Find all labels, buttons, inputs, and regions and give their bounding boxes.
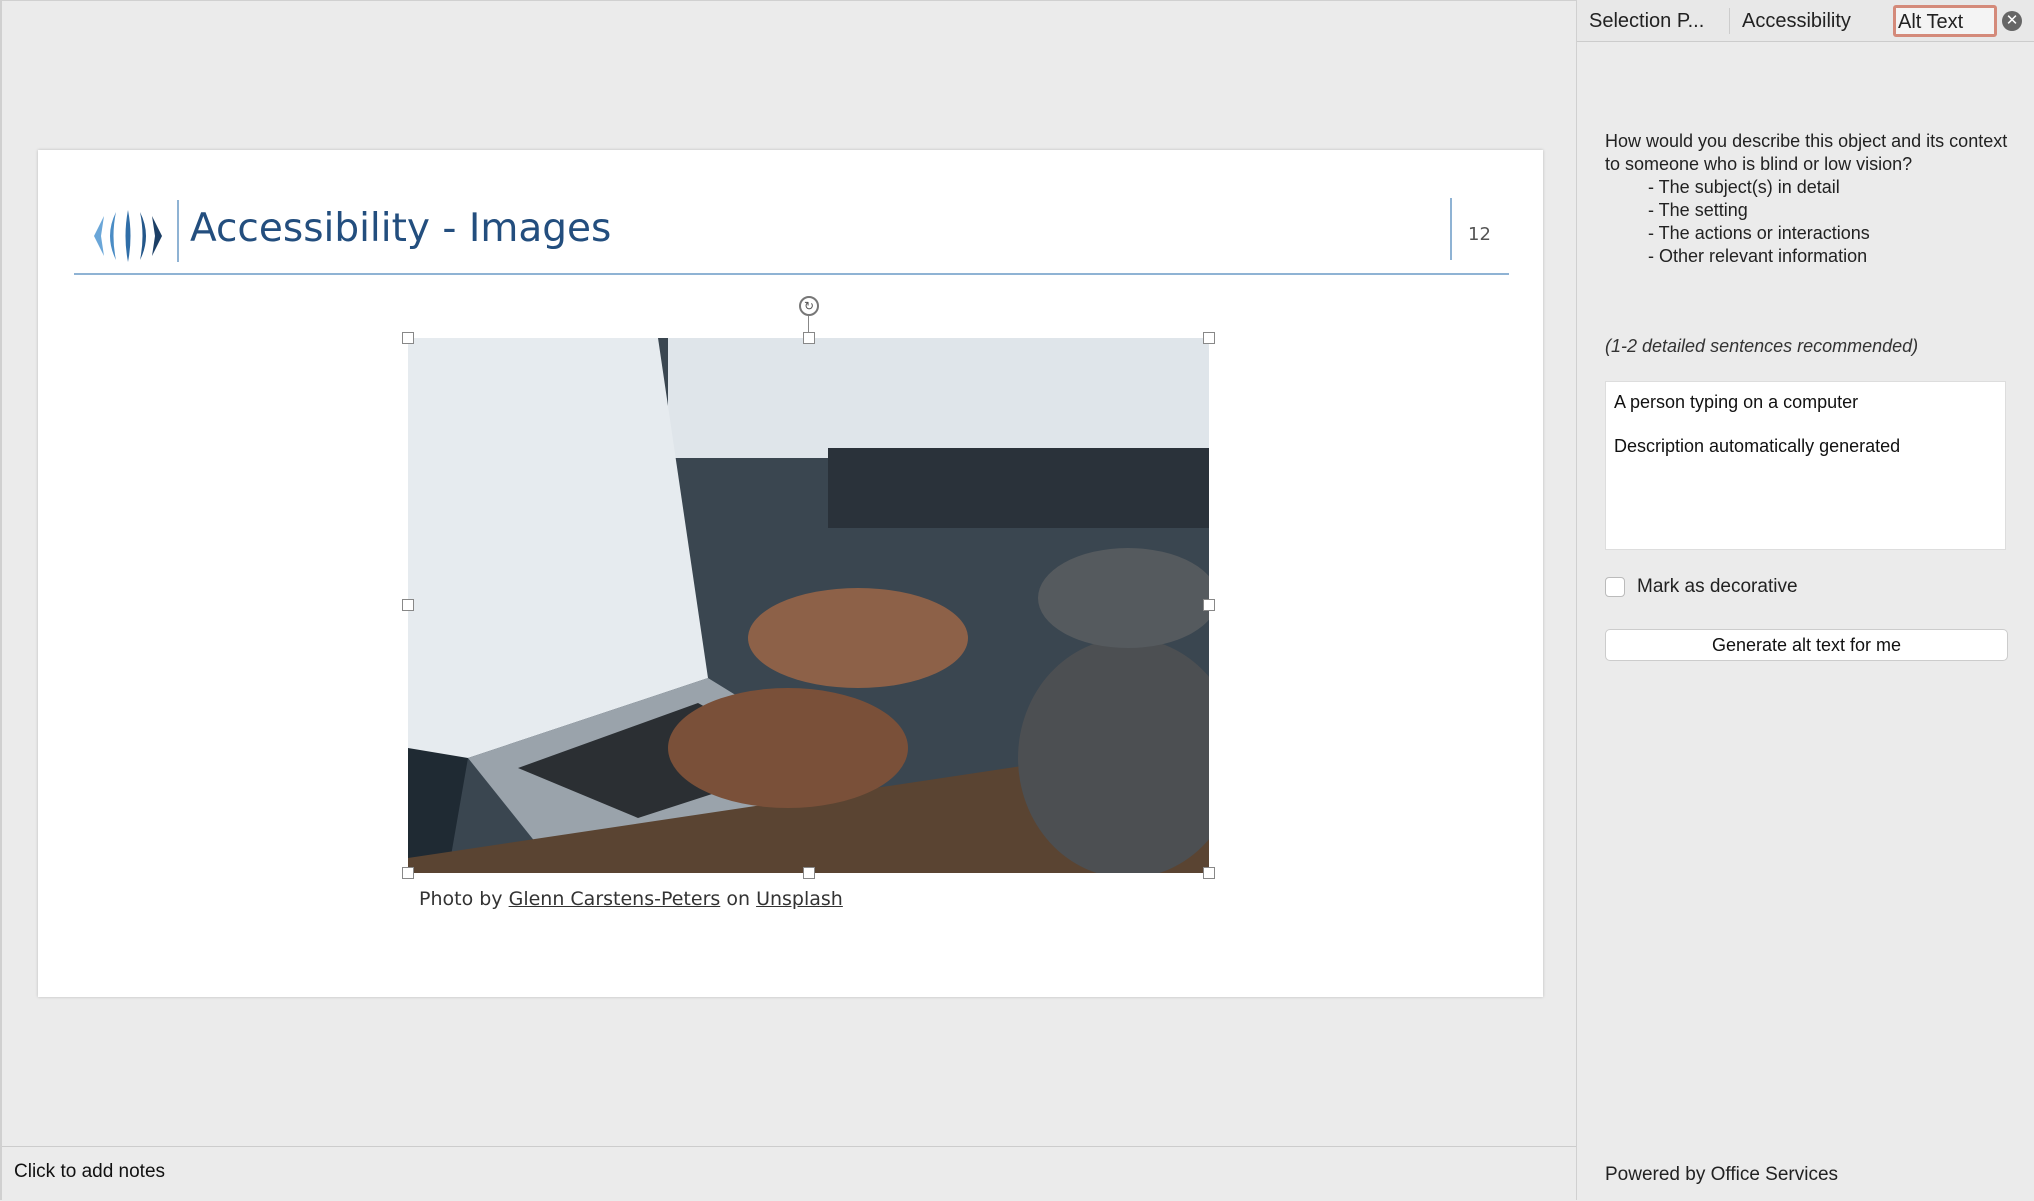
resize-handle-top-left[interactable] bbox=[402, 332, 414, 344]
instructions: How would you describe this object and i… bbox=[1605, 130, 2025, 268]
tab-divider bbox=[1729, 8, 1730, 34]
tab-accessibility[interactable]: Accessibility bbox=[1742, 10, 1851, 33]
checkbox-label: Mark as decorative bbox=[1637, 576, 1798, 597]
title-divider bbox=[177, 200, 179, 262]
question-text: How would you describe this object and i… bbox=[1605, 131, 2008, 174]
laptop-photo[interactable] bbox=[408, 338, 1209, 873]
accessibility-logo-icon bbox=[94, 210, 162, 262]
rotate-handle-line bbox=[808, 316, 809, 332]
slide-title[interactable]: Accessibility - Images bbox=[190, 206, 611, 251]
resize-handle-bottom[interactable] bbox=[803, 867, 815, 879]
alt-text-input[interactable]: A person typing on a computer Descriptio… bbox=[1605, 381, 2006, 550]
resize-handle-bottom-left[interactable] bbox=[402, 867, 414, 879]
checkbox[interactable] bbox=[1605, 577, 1625, 597]
resize-handle-left[interactable] bbox=[402, 599, 414, 611]
page-number: 12 bbox=[1468, 224, 1491, 245]
page-number-divider bbox=[1450, 198, 1452, 260]
tab-alt-text[interactable]: Alt Text bbox=[1893, 5, 1997, 37]
powered-by-footer: Powered by Office Services bbox=[1605, 1164, 1839, 1185]
recommendation-text: (1-2 detailed sentences recommended) bbox=[1605, 336, 1919, 356]
rotate-handle-icon[interactable]: ↻ bbox=[799, 296, 819, 316]
mark-decorative-checkbox[interactable]: Mark as decorative bbox=[1605, 576, 1798, 598]
bullet-item: - Other relevant information bbox=[1648, 246, 1868, 266]
alt-text-panel: Selection P... Accessibility Alt Text ✕ … bbox=[1576, 0, 2034, 1200]
bullet-item: - The setting bbox=[1648, 200, 1748, 220]
bullet-item: - The subject(s) in detail bbox=[1648, 177, 1840, 197]
resize-handle-top-right[interactable] bbox=[1203, 332, 1215, 344]
unsplash-link[interactable]: Unsplash bbox=[756, 888, 843, 910]
notes-placeholder[interactable]: Click to add notes bbox=[14, 1161, 165, 1183]
caption-mid: on bbox=[726, 888, 751, 910]
bullet-item: - The actions or interactions bbox=[1648, 223, 1870, 243]
title-underline bbox=[74, 273, 1509, 275]
resize-handle-bottom-right[interactable] bbox=[1203, 867, 1215, 879]
slide[interactable]: Accessibility - Images 12 ↻ Photo by Gle… bbox=[38, 150, 1543, 997]
caption-prefix: Photo by bbox=[419, 888, 503, 910]
photo-caption: Photo by Glenn Carstens-Peters on Unspla… bbox=[419, 888, 843, 910]
author-link[interactable]: Glenn Carstens-Peters bbox=[509, 888, 721, 910]
panel-tabs: Selection P... Accessibility Alt Text ✕ bbox=[1577, 0, 2034, 42]
resize-handle-top[interactable] bbox=[803, 332, 815, 344]
close-icon[interactable]: ✕ bbox=[2002, 11, 2022, 31]
resize-handle-right[interactable] bbox=[1203, 599, 1215, 611]
notes-pane[interactable]: Click to add notes bbox=[2, 1146, 1576, 1201]
generate-alt-text-button[interactable]: Generate alt text for me bbox=[1605, 629, 2008, 661]
tab-selection-pane[interactable]: Selection P... bbox=[1589, 10, 1704, 33]
slide-editor: Accessibility - Images 12 ↻ Photo by Gle… bbox=[0, 0, 1576, 1201]
